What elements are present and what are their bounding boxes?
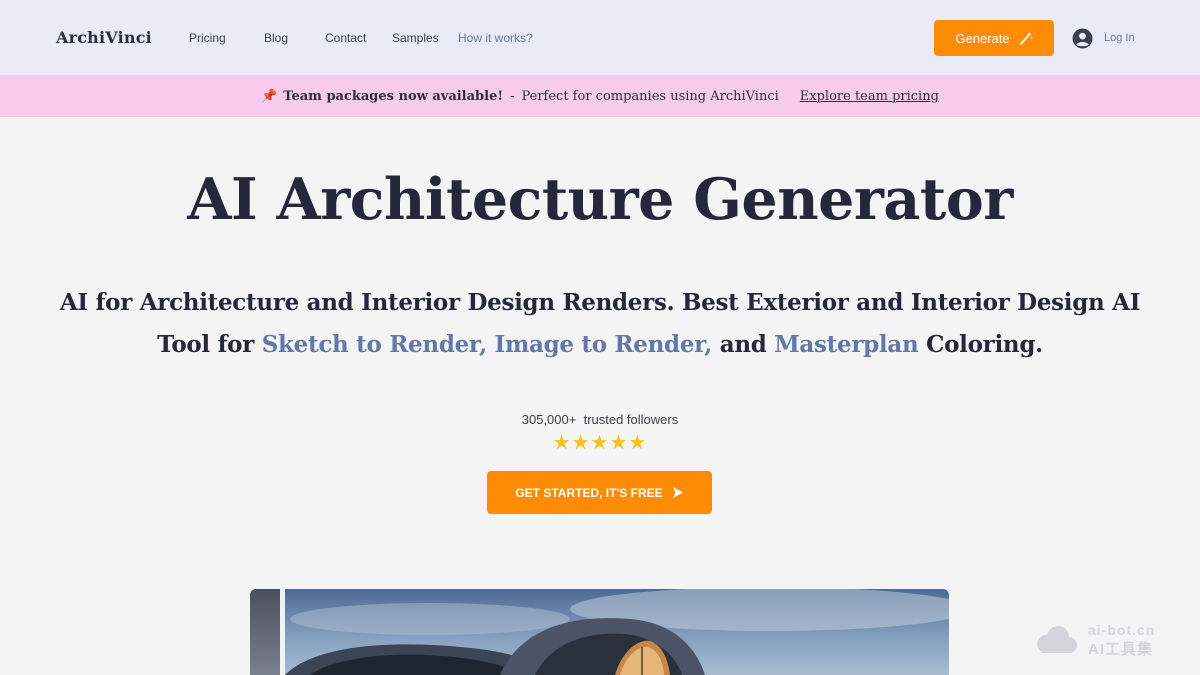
nav-how-it-works[interactable]: How it works? xyxy=(458,31,533,45)
magic-wand-icon xyxy=(1019,31,1033,45)
get-started-button[interactable]: GET STARTED, IT'S FREE xyxy=(487,471,712,514)
hero-subtitle: AI for Architecture and Interior Design … xyxy=(30,282,1170,366)
subtitle-text-3: Coloring. xyxy=(918,331,1043,358)
logo[interactable]: ArchiVinci xyxy=(56,28,152,47)
banner-headline: Team packages now available! xyxy=(283,88,504,104)
site-header: ArchiVinci Pricing Blog Contact Samples … xyxy=(0,0,1200,75)
followers-label: trusted followers xyxy=(583,412,679,427)
watermark: ai-bot.cn AI工具集 xyxy=(1032,622,1182,662)
login-link[interactable]: Log In xyxy=(1072,27,1135,49)
subtitle-text-2: and xyxy=(712,331,775,358)
followers-count: 305,000+ trusted followers xyxy=(0,412,1200,427)
subtitle-highlight-render: Sketch to Render, Image to Render, xyxy=(261,331,713,358)
watermark-brand: AI工具集 xyxy=(1088,641,1154,658)
watermark-domain: ai-bot.cn xyxy=(1088,622,1156,638)
followers-number: 305,000+ xyxy=(521,412,577,427)
generate-button[interactable]: Generate xyxy=(934,20,1054,56)
announcement-banner: 📌 Team packages now available! - Perfect… xyxy=(0,75,1200,117)
get-started-label: GET STARTED, IT'S FREE xyxy=(515,485,663,500)
banner-text: Perfect for companies using ArchiVinci xyxy=(521,88,779,104)
nav-blog[interactable]: Blog xyxy=(264,31,288,45)
login-label: Log In xyxy=(1104,32,1135,44)
nav-pricing[interactable]: Pricing xyxy=(189,31,226,45)
generate-button-label: Generate xyxy=(955,30,1010,46)
explore-team-pricing-link[interactable]: Explore team pricing xyxy=(800,89,939,104)
banner-separator: - xyxy=(510,88,515,104)
building-render-graphic xyxy=(285,589,949,675)
rating-stars-icon: ★★★★★ xyxy=(552,432,648,454)
render-preview-image xyxy=(250,589,949,675)
nav-contact[interactable]: Contact xyxy=(325,31,366,45)
play-arrow-icon xyxy=(672,487,683,498)
subtitle-highlight-masterplan: Masterplan xyxy=(774,331,919,358)
cloud-logo-icon xyxy=(1037,626,1077,653)
nav-samples[interactable]: Samples xyxy=(392,31,439,45)
user-avatar-icon xyxy=(1072,28,1093,48)
page-title: AI Architecture Generator xyxy=(187,166,1013,233)
pushpin-icon: 📌 xyxy=(261,88,278,104)
